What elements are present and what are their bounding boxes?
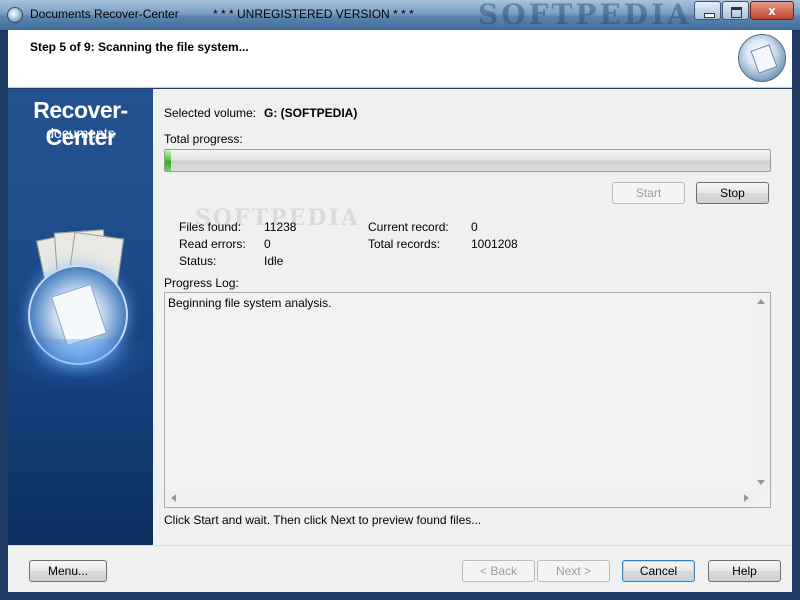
total-progress-label: Total progress: (164, 132, 243, 146)
next-button[interactable]: Next > (537, 560, 610, 582)
wizard-footer: Menu... < Back Next > Cancel Help (8, 545, 792, 592)
selected-volume-label: Selected volume: (164, 106, 257, 120)
close-button[interactable]: x (750, 1, 794, 20)
help-button[interactable]: Help (708, 560, 781, 582)
total-records-label: Total records: (368, 237, 441, 251)
current-record-value: 0 (471, 220, 478, 234)
total-records-value: 1001208 (471, 237, 518, 251)
log-horizontal-scrollbar[interactable] (165, 490, 755, 507)
back-button[interactable]: < Back (462, 560, 535, 582)
brand-subtitle: documents (46, 125, 115, 141)
document-disc-icon (738, 34, 786, 82)
scroll-up-icon[interactable] (757, 299, 765, 304)
instruction-hint: Click Start and wait. Then click Next to… (164, 513, 482, 527)
scroll-down-icon[interactable] (757, 480, 765, 485)
files-found-label: Files found: (179, 220, 242, 234)
stop-button[interactable]: Stop (696, 182, 769, 204)
start-button[interactable]: Start (612, 182, 685, 204)
cancel-button[interactable]: Cancel (622, 560, 695, 582)
window-controls: x (693, 1, 794, 20)
status-label: Status: (179, 254, 217, 268)
window-frame-bottom (0, 592, 800, 600)
scroll-left-icon[interactable] (171, 494, 176, 502)
read-errors-label: Read errors: (179, 237, 246, 251)
minimize-button[interactable] (694, 1, 721, 20)
app-icon[interactable] (7, 7, 23, 23)
step-title: Step 5 of 9: Scanning the file system... (30, 40, 249, 54)
selected-volume-value: G: (SOFTPEDIA) (264, 106, 358, 120)
unregistered-notice: * * * UNREGISTERED VERSION * * * (213, 7, 414, 21)
brand-sidebar: Recover-Center documents (8, 89, 153, 545)
scroll-right-icon[interactable] (744, 494, 749, 502)
wizard-header: Step 5 of 9: Scanning the file system... (8, 30, 792, 88)
progress-log[interactable]: Beginning file system analysis. (164, 292, 771, 508)
softpedia-watermark: SOFTPEDIA (478, 0, 692, 31)
title-bar[interactable]: Documents Recover-Center * * * UNREGISTE… (0, 0, 800, 31)
main-content: Selected volume: G: (SOFTPEDIA) Total pr… (153, 89, 792, 545)
current-record-label: Current record: (368, 220, 449, 234)
maximize-button[interactable] (722, 1, 749, 20)
glow-decoration (8, 339, 153, 389)
files-found-value: 11238 (264, 220, 297, 234)
progress-fill (165, 150, 172, 171)
window-title: Documents Recover-Center (30, 7, 179, 21)
close-icon: x (768, 3, 776, 18)
brand-name: Recover-Center (33, 97, 128, 150)
total-progress-bar (164, 149, 771, 172)
read-errors-value: 0 (264, 237, 271, 251)
progress-log-label: Progress Log: (164, 276, 239, 290)
log-line: Beginning file system analysis. (168, 296, 332, 310)
log-vertical-scrollbar[interactable] (753, 293, 770, 491)
status-value: Idle (264, 254, 284, 268)
menu-button[interactable]: Menu... (29, 560, 107, 582)
